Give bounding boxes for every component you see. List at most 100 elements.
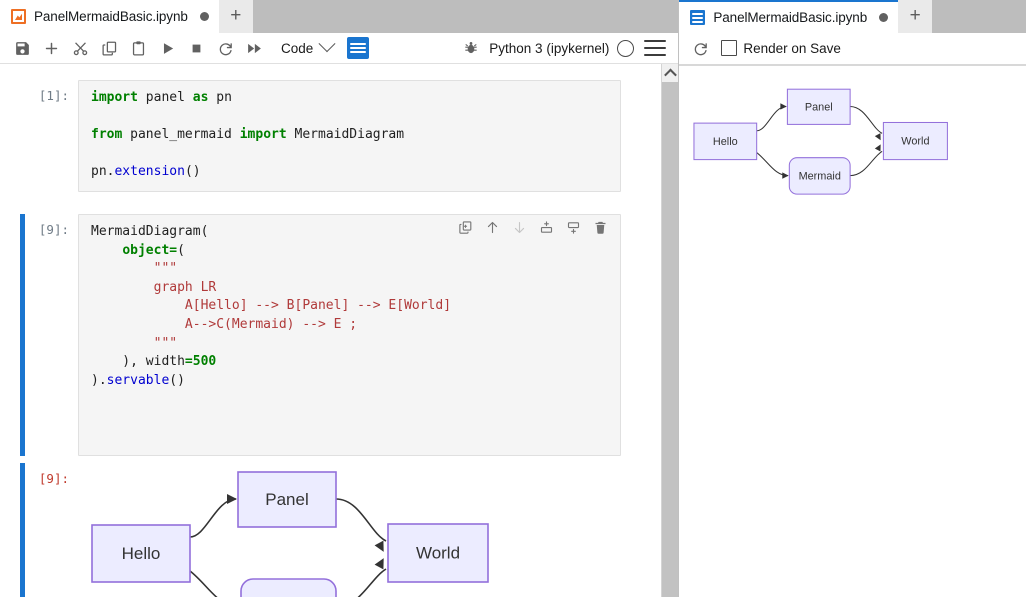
cell-output-prompt: [9]: bbox=[25, 463, 78, 486]
code-token: A-->C(Mermaid) --> E ; bbox=[91, 317, 357, 332]
new-tab-button[interactable]: + bbox=[898, 0, 932, 33]
restart-button[interactable] bbox=[211, 35, 240, 61]
notebook-icon bbox=[11, 9, 26, 24]
bug-icon[interactable] bbox=[456, 35, 485, 61]
mermaid-diagram-output: HelloPanelMermaidWorld bbox=[78, 467, 578, 597]
preview-tabbar: PanelMermaidBasic.ipynb + bbox=[679, 0, 1026, 33]
mermaid-node-label: World bbox=[416, 544, 460, 563]
code-token: 500 bbox=[193, 354, 216, 369]
notebook-content-area: [1]: import panel as pn from panel_merma… bbox=[0, 64, 678, 597]
notebook-toolbar: Code Python 3 (ipykernel) bbox=[0, 33, 678, 64]
notebook-cell[interactable]: [9]: MermaidDiagram( object=( """ graph … bbox=[0, 214, 661, 456]
cell-editor[interactable]: MermaidDiagram( object=( """ graph LR A[… bbox=[78, 214, 621, 456]
code-token: from bbox=[91, 127, 122, 142]
code-token: MermaidDiagram bbox=[287, 127, 404, 142]
cell-editor[interactable]: import panel as pn from panel_mermaid im… bbox=[78, 80, 621, 192]
reload-icon[interactable] bbox=[686, 35, 715, 61]
code-line: A[Hello] --> B[Panel] --> E[World] bbox=[91, 297, 610, 316]
code-token: extension bbox=[114, 164, 184, 179]
notebook-scrollbar[interactable] bbox=[661, 64, 678, 597]
code-token: ( bbox=[177, 243, 185, 258]
code-line: ).servable() bbox=[91, 372, 610, 391]
mermaid-output: HelloPanelMermaidWorld bbox=[78, 463, 578, 597]
code-token: """ bbox=[91, 336, 177, 351]
mermaid-edge-c-e bbox=[336, 569, 386, 597]
mermaid-arrowhead bbox=[875, 143, 884, 152]
stop-button[interactable] bbox=[182, 35, 211, 61]
notebook-panel: PanelMermaidBasic.ipynb + bbox=[0, 0, 678, 597]
mermaid-edge-c-e bbox=[850, 151, 882, 175]
tab-dirty-indicator[interactable] bbox=[200, 12, 209, 21]
notebook-cell[interactable]: [1]: import panel as pn from panel_merma… bbox=[0, 80, 661, 192]
code-line bbox=[91, 108, 610, 127]
code-token: as bbox=[193, 90, 209, 105]
insert-cell-below-button[interactable] bbox=[562, 217, 584, 239]
render-on-save-label[interactable]: Render on Save bbox=[743, 41, 841, 56]
new-tab-button[interactable]: + bbox=[219, 0, 253, 33]
panel-preview-icon bbox=[690, 10, 705, 25]
copy-button[interactable] bbox=[95, 35, 124, 61]
code-token: () bbox=[169, 373, 185, 388]
code-line bbox=[91, 145, 610, 164]
mermaid-node-label: Hello bbox=[713, 136, 738, 148]
code-token: panel bbox=[138, 90, 193, 105]
code-token: = bbox=[185, 354, 193, 369]
code-line: from panel_mermaid import MermaidDiagram bbox=[91, 126, 610, 145]
render-on-save-checkbox[interactable] bbox=[721, 40, 737, 56]
move-cell-down-button[interactable] bbox=[508, 217, 530, 239]
code-line: pn.extension() bbox=[91, 163, 610, 182]
mermaid-node-label: Panel bbox=[805, 101, 833, 113]
mermaid-edge-a-c bbox=[190, 571, 239, 597]
save-button[interactable] bbox=[8, 35, 37, 61]
code-token: ), width bbox=[91, 354, 185, 369]
mermaid-node-label: Panel bbox=[265, 490, 308, 509]
tabbar-filler bbox=[932, 0, 1026, 33]
code-token: pn bbox=[208, 90, 231, 105]
mermaid-edge-a-c bbox=[757, 153, 788, 176]
code-line: ), width=500 bbox=[91, 353, 610, 372]
code-token: servable bbox=[107, 373, 170, 388]
mermaid-edge-b-e bbox=[850, 106, 882, 133]
mermaid-node-label: Hello bbox=[122, 544, 161, 563]
insert-cell-above-button[interactable] bbox=[535, 217, 557, 239]
restart-run-all-button[interactable] bbox=[240, 35, 269, 61]
chevron-down-icon bbox=[319, 35, 336, 52]
tabbar-filler bbox=[253, 0, 679, 33]
panel-preview-panel: PanelMermaidBasic.ipynb + Render on Save… bbox=[678, 0, 1026, 597]
code-line: import panel as pn bbox=[91, 89, 610, 108]
cut-button[interactable] bbox=[66, 35, 95, 61]
jupyterlab-window: PanelMermaidBasic.ipynb + bbox=[0, 0, 1026, 597]
code-token: ). bbox=[91, 373, 107, 388]
kernel-name[interactable]: Python 3 (ipykernel) bbox=[489, 41, 609, 56]
run-button[interactable] bbox=[153, 35, 182, 61]
notebook-scroll-region: [1]: import panel as pn from panel_merma… bbox=[0, 64, 661, 597]
tab-panelmermaidbasic-preview[interactable]: PanelMermaidBasic.ipynb bbox=[679, 0, 898, 33]
hamburger-icon[interactable] bbox=[644, 40, 666, 56]
paste-button[interactable] bbox=[124, 35, 153, 61]
insert-cell-button[interactable] bbox=[37, 35, 66, 61]
cell-type-value: Code bbox=[277, 39, 319, 58]
mermaid-edge-a-b bbox=[190, 499, 236, 537]
notebook-tools-icon[interactable] bbox=[347, 37, 369, 59]
mermaid-arrowhead bbox=[781, 103, 787, 109]
kernel-status-icon[interactable] bbox=[617, 40, 634, 57]
move-cell-up-button[interactable] bbox=[481, 217, 503, 239]
scroll-up-button[interactable] bbox=[662, 64, 678, 82]
duplicate-cell-button[interactable] bbox=[454, 217, 476, 239]
mermaid-arrowhead bbox=[783, 172, 789, 178]
code-token: = bbox=[169, 243, 177, 258]
tab-panelmermaidbasic-notebook[interactable]: PanelMermaidBasic.ipynb bbox=[0, 0, 219, 33]
code-token bbox=[91, 243, 122, 258]
delete-cell-button[interactable] bbox=[589, 217, 611, 239]
code-token: import bbox=[240, 127, 287, 142]
tab-dirty-indicator[interactable] bbox=[879, 13, 888, 22]
code-token: pn. bbox=[91, 164, 114, 179]
mermaid-arrowhead bbox=[375, 541, 389, 555]
preview-body: HelloPanelMermaidWorld bbox=[679, 66, 1026, 597]
mermaid-arrowhead bbox=[375, 556, 389, 570]
code-line: A-->C(Mermaid) --> E ; bbox=[91, 316, 610, 335]
preview-toolbar: Render on Save bbox=[679, 33, 1026, 64]
code-token: import bbox=[91, 90, 138, 105]
cell-type-select[interactable]: Code bbox=[277, 39, 341, 58]
mermaid-node-mermaid bbox=[241, 579, 336, 597]
